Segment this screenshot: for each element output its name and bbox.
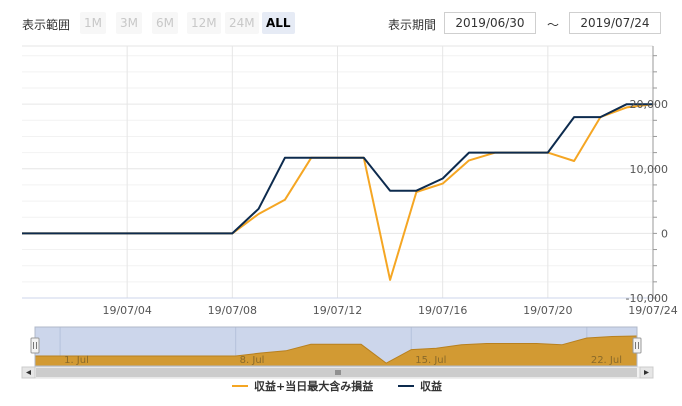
x-tick-label-4: 19/07/20 (523, 304, 572, 317)
scrollbar[interactable] (21, 366, 654, 379)
x-tick-label-2: 19/07/12 (313, 304, 362, 317)
navigator-label-2: 15. Jul (415, 355, 446, 366)
navigator-handle-right[interactable] (632, 337, 642, 354)
navigator-label-3: 22. Jul (591, 355, 622, 366)
y-tick-label-0: -10,000 (626, 292, 668, 305)
handle-body[interactable] (632, 337, 642, 354)
navigator-label-0: 1. Jul (64, 355, 89, 366)
navigator-handle-left[interactable] (30, 337, 40, 354)
legend-item-orange[interactable]: 収益+当日最大含み損益 (232, 378, 373, 394)
grid-layer (22, 45, 657, 299)
navigator-label-1: 8. Jul (240, 355, 265, 366)
legend-item-navy[interactable]: 収益 (398, 378, 442, 394)
y-tick-label-3: 20,000 (630, 98, 669, 111)
navigator[interactable]: 1. Jul 8. Jul 15. Jul 22. Jul (30, 326, 642, 367)
legend: 収益+当日最大含み損益 収益 (0, 378, 682, 398)
legend-label-navy: 収益 (420, 380, 442, 393)
legend-label-orange: 収益+当日最大含み損益 (254, 380, 374, 393)
x-tick-label-0: 19/07/04 (102, 304, 151, 317)
legend-swatch-navy (398, 385, 414, 387)
y-tick-label-2: 10,000 (630, 163, 669, 176)
y-axis-ticks: -10,000 0 10,000 20,000 (626, 98, 668, 305)
x-tick-label-1: 19/07/08 (208, 304, 257, 317)
chart-svg: 19/07/04 19/07/08 19/07/12 19/07/16 19/07/20… (21, 45, 678, 379)
y-tick-label-1: 0 (661, 227, 668, 240)
handle-body[interactable] (30, 337, 40, 354)
x-tick-label-3: 19/07/16 (418, 304, 467, 317)
x-axis-ticks: 19/07/04 19/07/08 19/07/12 19/07/16 19/07/20… (102, 304, 677, 317)
x-tick-label-5: 19/07/24 (628, 304, 677, 317)
legend-swatch-orange (232, 385, 248, 387)
